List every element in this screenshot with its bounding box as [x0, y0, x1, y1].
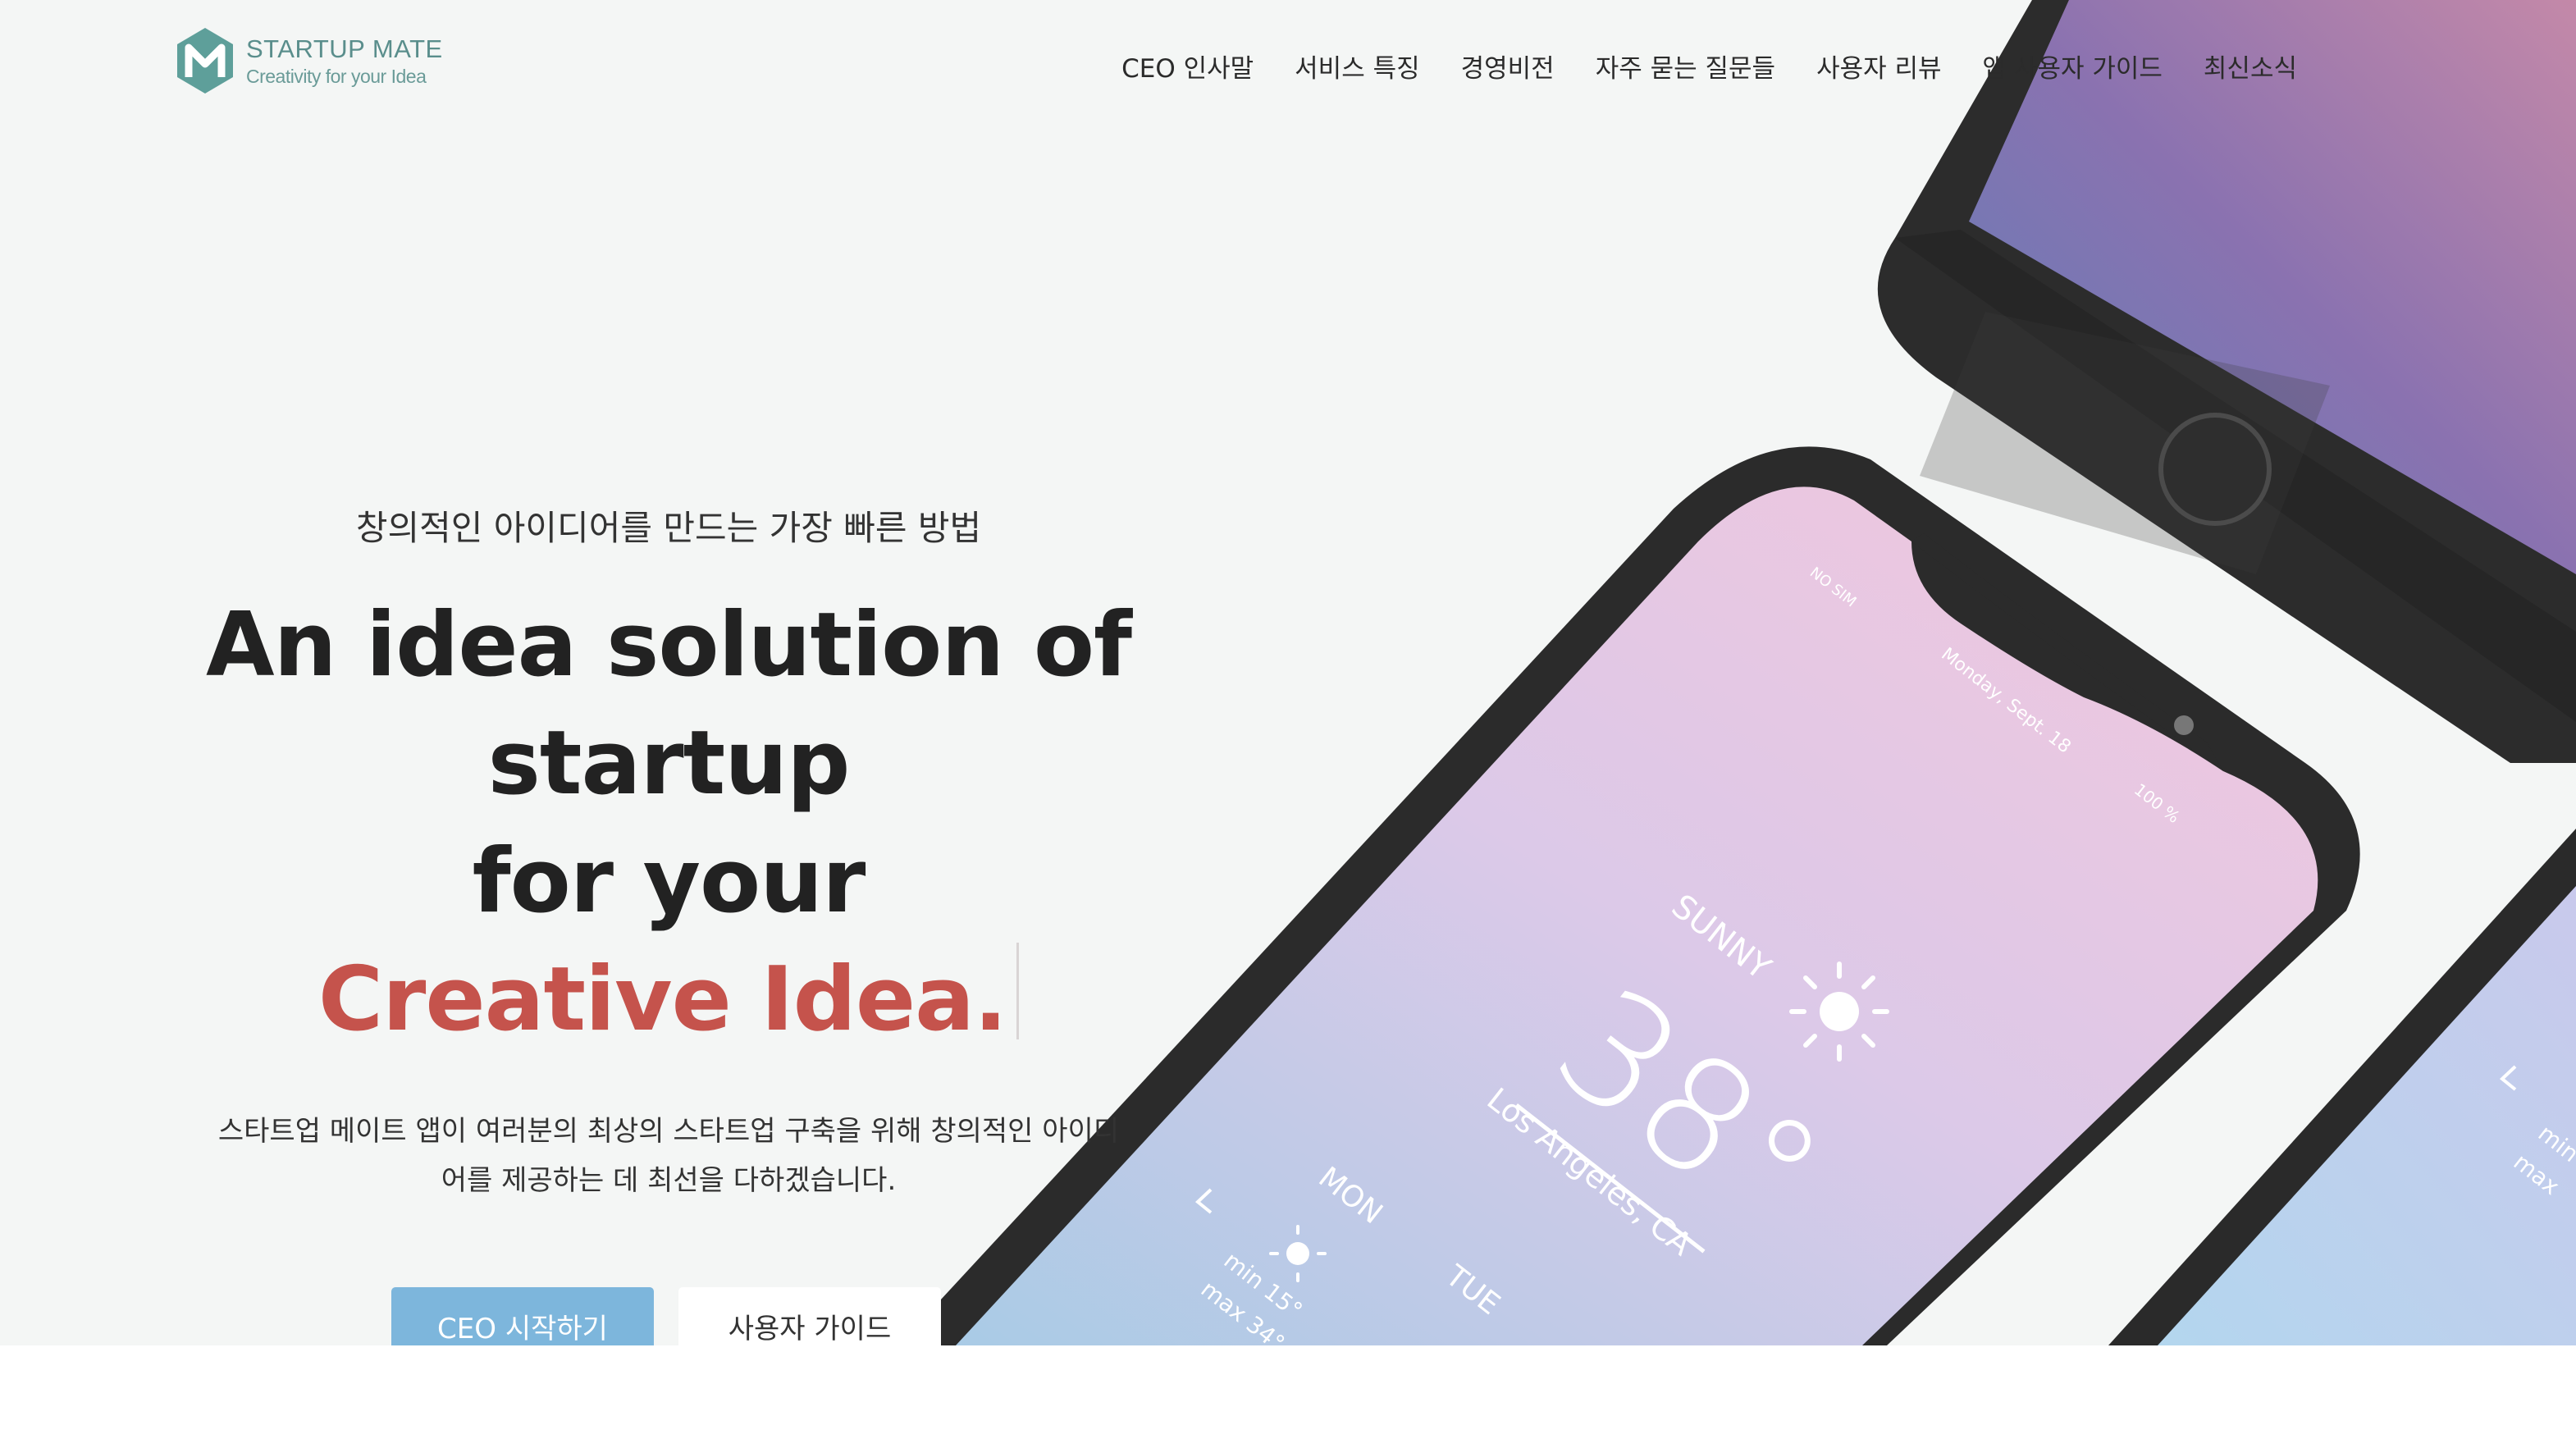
nav-item-app-user-guide[interactable]: 앱 사용자 가이드 — [1983, 48, 2163, 85]
nav-item-faq[interactable]: 자주 묻는 질문들 — [1596, 48, 1775, 85]
ceo-start-button[interactable]: CEO 시작하기 — [391, 1287, 654, 1345]
nav-item-user-reviews[interactable]: 사용자 리뷰 — [1816, 48, 1941, 85]
m-logo-icon — [177, 28, 233, 94]
main-nav: CEO 인사말 서비스 특징 경영비전 자주 묻는 질문들 사용자 리뷰 앱 사… — [1121, 48, 2297, 85]
hero-description: 스타트업 메이트 앱이 여러분의 최상의 스타트업 구축을 위해 창의적인 아이… — [217, 1115, 1120, 1197]
sun-icon — [1789, 962, 1889, 1062]
user-guide-button[interactable]: 사용자 가이드 — [678, 1287, 941, 1345]
headline-line-2: for your — [472, 830, 866, 933]
headline-accent: Creative Idea. — [317, 948, 1007, 1051]
hero-headline: An idea solution of startup for your Cre… — [90, 587, 1247, 1059]
nav-item-management-vision[interactable]: 경영비전 — [1461, 48, 1555, 85]
hero-subtitle: 창의적인 아이디어를 만드는 가장 빠른 방법 — [355, 508, 982, 548]
hero-buttons: CEO 시작하기 사용자 가이드 — [85, 1287, 1247, 1345]
brand-name: STARTUP MATE — [246, 34, 443, 63]
hero-section: NO SIM Monday, Sept. 18 100 % SUNNY 38° … — [0, 0, 2576, 1345]
brand-logo[interactable]: STARTUP MATE Creativity for your Idea — [177, 28, 443, 94]
nav-item-ceo-greeting[interactable]: CEO 인사말 — [1121, 48, 1254, 85]
hero-content: 창의적인 아이디어를 만드는 가장 빠른 방법 An idea solution… — [90, 500, 1247, 1345]
brand-tagline: Creativity for your Idea — [246, 66, 427, 87]
nav-item-latest-news[interactable]: 최신소식 — [2204, 48, 2297, 85]
nav-item-service-features[interactable]: 서비스 특징 — [1295, 48, 1419, 85]
headline-line-3: Creative Idea. — [90, 941, 1247, 1059]
headline-line-1: An idea solution of startup — [205, 594, 1132, 815]
camera-icon — [2174, 715, 2194, 735]
typing-cursor — [1016, 943, 1020, 1039]
